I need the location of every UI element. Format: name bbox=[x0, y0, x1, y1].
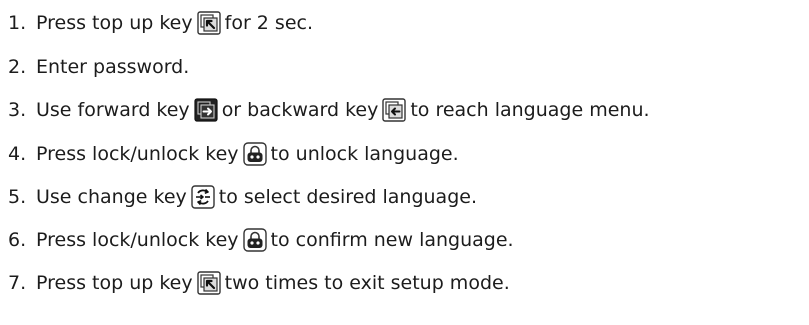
step-number: 2. bbox=[8, 56, 27, 78]
backward-key-icon bbox=[382, 98, 407, 122]
step-number: 1. bbox=[8, 12, 27, 34]
step-4: 4. Press lock/unlock key to unlock langu… bbox=[8, 137, 459, 171]
step-7: 7. Press top up key two times to exit se… bbox=[8, 266, 510, 300]
instruction-list: 1. Press top up key for 2 sec. 2. Enter … bbox=[0, 0, 809, 325]
step-text: to confirm new language. bbox=[270, 229, 514, 251]
step-6: 6. Press lock/unlock key to confirm new … bbox=[8, 223, 514, 257]
step-number: 7. bbox=[8, 272, 27, 294]
step-text: or backward key bbox=[221, 99, 379, 121]
lock-unlock-key-icon bbox=[242, 142, 267, 166]
step-text: to reach language menu. bbox=[410, 99, 650, 121]
step-5: 5. Use change key to select desired lang… bbox=[8, 180, 477, 214]
lock-unlock-key-icon bbox=[242, 228, 267, 252]
step-text: Press top up key bbox=[36, 12, 193, 34]
step-text: for 2 sec. bbox=[224, 12, 313, 34]
step-text: to unlock language. bbox=[270, 143, 459, 165]
step-1: 1. Press top up key for 2 sec. bbox=[8, 6, 313, 40]
step-number: 3. bbox=[8, 99, 27, 121]
step-number: 6. bbox=[8, 229, 27, 251]
step-text: Use change key bbox=[36, 186, 187, 208]
step-text: Press lock/unlock key bbox=[36, 229, 239, 251]
step-text: to select desired language. bbox=[218, 186, 477, 208]
step-text: Press top up key bbox=[36, 272, 193, 294]
step-2: 2. Enter password. bbox=[8, 50, 189, 84]
top-up-key-icon bbox=[196, 271, 221, 295]
step-number: 5. bbox=[8, 186, 27, 208]
step-number: 4. bbox=[8, 143, 27, 165]
step-3: 3. Use forward key or backward key to re… bbox=[8, 93, 650, 127]
step-text: Use forward key bbox=[36, 99, 190, 121]
step-text: Enter password. bbox=[36, 56, 190, 78]
top-up-key-icon bbox=[196, 11, 221, 35]
forward-key-icon bbox=[194, 98, 218, 122]
change-key-icon bbox=[191, 185, 215, 209]
step-text: Press lock/unlock key bbox=[36, 143, 239, 165]
step-text: two times to exit setup mode. bbox=[224, 272, 510, 294]
